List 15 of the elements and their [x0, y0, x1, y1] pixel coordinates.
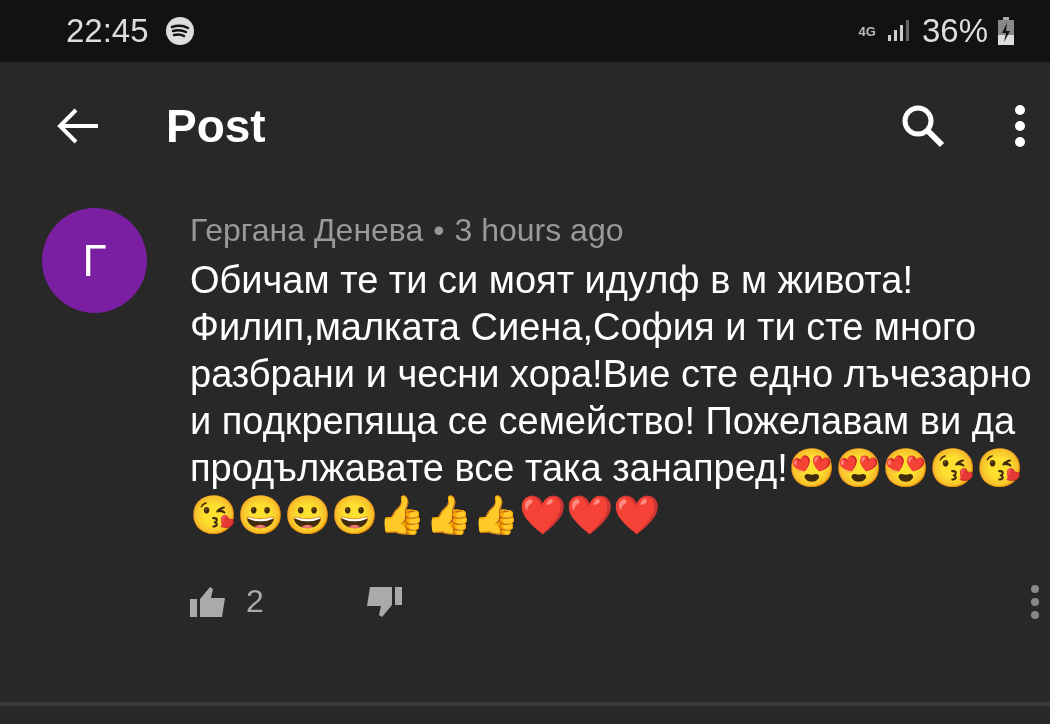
avatar-letter: Г — [82, 235, 107, 286]
comment-text: Обичам те ти си моят идулф в м живота! Филип,малката Сиена,София и ти сте много разбрани и чесни хора!Вие сте едно лъчезарно и подкрепяща се семейство! Пожелавам ви да продължавате все така занапред!😍😍😍😘😘😘😀😀😀👍👍👍❤❤❤ — [190, 258, 1033, 538]
like-button[interactable] — [190, 584, 228, 619]
network-type: 4G — [858, 24, 876, 38]
clock: 22:45 — [66, 12, 149, 50]
dot-separator: • — [433, 212, 445, 249]
music-app-icon — [164, 16, 195, 46]
battery-percent: 36% — [921, 12, 988, 50]
signal-icon — [885, 19, 912, 43]
author-name: Гергана Денева — [190, 212, 424, 249]
comment-time: 3 hours ago — [454, 212, 624, 249]
like-count: 2 — [246, 583, 264, 620]
battery-charging-icon — [998, 17, 1014, 45]
comment-options-button[interactable] — [1030, 583, 1040, 620]
page-title: Post — [166, 99, 267, 153]
